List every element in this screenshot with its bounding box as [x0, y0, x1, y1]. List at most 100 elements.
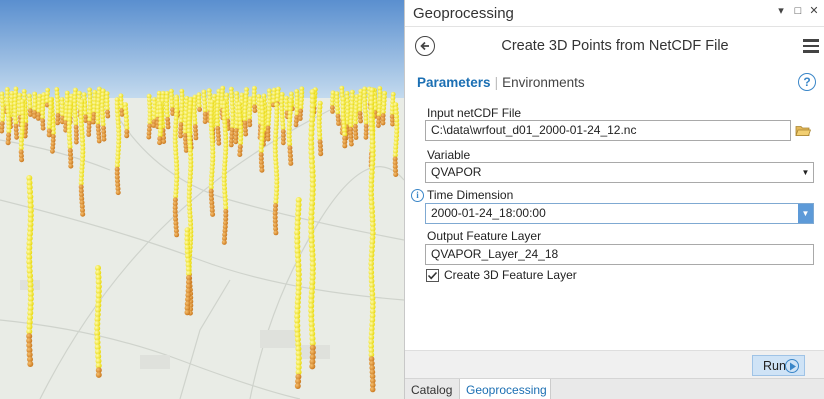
run-bar: Run: [405, 350, 824, 378]
help-icon[interactable]: ?: [798, 73, 816, 91]
data-point: [293, 122, 299, 128]
data-point: [73, 139, 79, 145]
data-point: [369, 386, 376, 393]
tab-geoprocessing[interactable]: Geoprocessing: [459, 379, 551, 399]
variable-value: QVAPOR: [431, 165, 482, 179]
data-point: [233, 139, 239, 145]
tool-header: Create 3D Points from NetCDF File: [405, 27, 824, 67]
point-column: [196, 92, 203, 112]
tab-environments[interactable]: Environments: [502, 75, 585, 90]
data-point: [115, 190, 121, 196]
tool-title: Create 3D Points from NetCDF File: [501, 38, 729, 54]
data-point: [390, 121, 395, 127]
data-point: [174, 232, 180, 238]
data-point: [105, 113, 111, 119]
variable-label: Variable: [427, 148, 471, 162]
data-point: [68, 163, 74, 169]
data-point: [273, 230, 279, 236]
data-point: [165, 124, 171, 130]
close-icon[interactable]: ✕: [808, 4, 820, 18]
data-point: [349, 141, 354, 147]
data-point: [252, 108, 258, 113]
data-point: [50, 148, 55, 154]
create-3d-layer-checkbox[interactable]: [426, 269, 439, 282]
maximize-icon[interactable]: □: [792, 4, 804, 18]
variable-dropdown[interactable]: QVAPOR ▼: [425, 162, 814, 183]
output-feature-layer-field[interactable]: QVAPOR_Layer_24_18: [425, 244, 814, 265]
run-label: Run: [763, 359, 786, 373]
chevron-down-icon[interactable]: ▼: [798, 163, 813, 182]
time-dimension-label: Time Dimension: [427, 188, 514, 202]
data-point: [80, 211, 86, 217]
data-point: [210, 211, 216, 217]
data-point: [376, 123, 381, 128]
point-column: [357, 88, 364, 124]
data-point: [221, 239, 227, 245]
data-point: [237, 152, 243, 157]
chevron-down-icon[interactable]: ▼: [798, 204, 813, 223]
data-point: [28, 112, 33, 117]
input-netcdf-file-field[interactable]: C:\data\wrfout_d01_2000-01-24_12.nc: [425, 120, 791, 141]
data-point: [259, 167, 265, 173]
data-point: [393, 172, 399, 177]
geoprocessing-pane: Geoprocessing ▾ □ ✕ Create 3D Points fro…: [404, 0, 824, 399]
tool-tabs: Parameters | Environments: [417, 75, 585, 93]
data-point: [358, 118, 363, 124]
data-point: [280, 140, 286, 146]
data-point: [353, 135, 359, 140]
data-point: [91, 119, 96, 125]
data-point: [161, 139, 167, 145]
run-button[interactable]: Run: [752, 355, 805, 376]
data-point: [40, 125, 46, 131]
browse-folder-icon[interactable]: [795, 124, 811, 137]
data-point: [146, 134, 152, 140]
info-icon[interactable]: i: [411, 189, 424, 202]
data-point: [96, 138, 102, 144]
data-point: [288, 160, 294, 166]
output-feature-layer-value: QVAPOR_Layer_24_18: [431, 247, 559, 261]
tab-parameters[interactable]: Parameters: [417, 75, 491, 90]
back-button[interactable]: [415, 36, 435, 56]
data-point: [342, 143, 348, 149]
data-point: [363, 134, 369, 140]
data-point: [228, 142, 234, 148]
data-point: [193, 135, 199, 141]
data-point: [216, 140, 222, 146]
output-feature-layer-label: Output Feature Layer: [427, 229, 542, 243]
pane-options-dropdown-icon[interactable]: ▾: [775, 4, 787, 18]
data-point: [46, 132, 52, 138]
data-point: [19, 157, 25, 163]
data-point: [197, 107, 203, 112]
data-point: [330, 109, 335, 114]
data-point: [86, 132, 92, 137]
data-point: [5, 140, 11, 146]
data-point: [157, 140, 163, 146]
data-point: [309, 363, 316, 370]
time-dimension-dropdown[interactable]: 2000-01-24_18:00:00 ▼: [425, 203, 814, 224]
data-point: [55, 120, 60, 126]
data-point: [178, 133, 184, 139]
data-point: [265, 136, 271, 142]
data-point: [27, 361, 34, 367]
map-scene-view[interactable]: [0, 0, 404, 399]
checkmark-icon: [427, 271, 438, 280]
back-arrow-icon: [420, 41, 429, 51]
tab-catalog[interactable]: Catalog: [405, 379, 458, 399]
data-point: [124, 133, 130, 139]
data-point: [243, 131, 249, 137]
input-netcdf-file-label: Input netCDF File: [427, 106, 522, 120]
pane-titlebar: Geoprocessing ▾ □ ✕: [405, 0, 824, 27]
data-point: [35, 116, 41, 121]
tab-separator: |: [494, 75, 499, 90]
create-3d-layer-label: Create 3D Feature Layer: [444, 268, 577, 282]
data-point: [14, 134, 19, 140]
data-point: [318, 151, 324, 157]
data-point: [184, 309, 191, 316]
data-point: [294, 383, 301, 389]
scene-canvas[interactable]: [0, 0, 404, 399]
data-point: [336, 121, 341, 126]
pane-bottom-tabs: Catalog Geoprocessing: [405, 378, 824, 399]
play-icon: [785, 359, 799, 373]
data-point: [101, 136, 107, 142]
hamburger-menu-icon[interactable]: [803, 39, 819, 53]
